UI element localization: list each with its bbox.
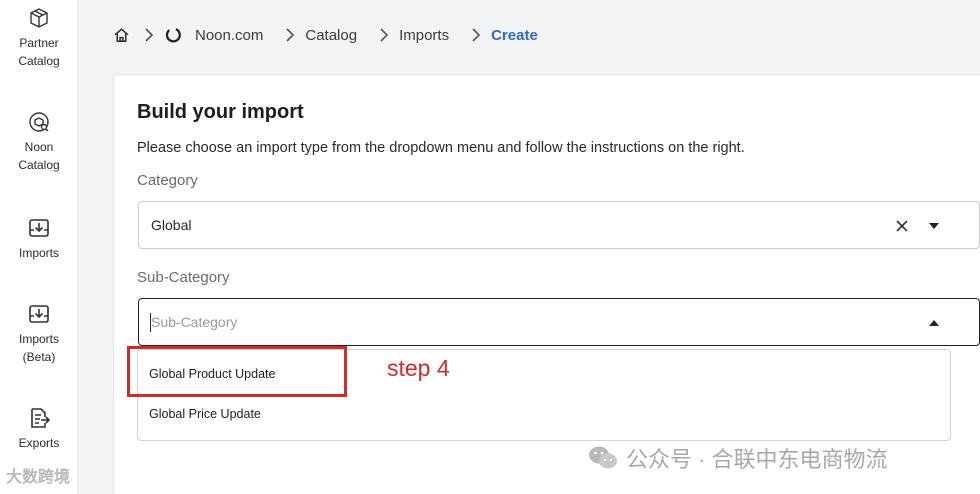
- breadcrumb-label: Catalog: [305, 26, 358, 44]
- chevron-right-icon: [471, 28, 481, 42]
- box-icon: [30, 8, 48, 28]
- category-label: Category: [137, 172, 198, 189]
- option-global-price-update[interactable]: Global Price Update: [138, 394, 950, 434]
- sidebar-item-partner-catalog[interactable]: Partner Catalog: [0, 6, 78, 70]
- chevron-right-icon: [285, 28, 295, 42]
- tray-download-icon: [29, 305, 49, 323]
- sidebar-item-label: Imports: [18, 246, 59, 260]
- clear-icon[interactable]: [893, 217, 911, 235]
- watermark-right: 公众号 · 合联中东电商物流: [588, 442, 888, 474]
- breadcrumb-imports[interactable]: Imports: [399, 27, 449, 44]
- sidebar-item-label: Partner Catalog: [18, 36, 60, 68]
- page-description: Please choose an import type from the dr…: [137, 140, 745, 156]
- annotation-highlight-box: [127, 346, 347, 397]
- sidebar-item-label: Imports (Beta): [18, 332, 59, 364]
- sidebar-item-exports[interactable]: Exports: [0, 406, 78, 452]
- sidebar-item-label: Exports: [18, 436, 60, 450]
- text-cursor: [150, 313, 151, 332]
- caret-up-icon[interactable]: [925, 314, 943, 332]
- page-title: Build your import: [137, 101, 304, 123]
- breadcrumb: Noon.com Catalog Imports Create: [113, 24, 538, 46]
- package-search-icon: [29, 112, 49, 132]
- subcategory-select[interactable]: Sub-Category: [138, 298, 980, 346]
- sidebar-item-imports-beta[interactable]: Imports (Beta): [0, 302, 78, 366]
- chevron-right-icon: [144, 28, 154, 42]
- caret-down-icon[interactable]: [925, 217, 943, 235]
- subcategory-label: Sub-Category: [137, 269, 230, 286]
- breadcrumb-label: Create: [491, 26, 538, 44]
- chevron-right-icon: [379, 28, 389, 42]
- sidebar: Partner Catalog Noon Catalog Imports Imp…: [0, 0, 78, 494]
- sidebar-item-noon-catalog[interactable]: Noon Catalog: [0, 110, 78, 174]
- tray-download-icon: [29, 219, 49, 237]
- subcategory-placeholder: Sub-Category: [151, 314, 238, 330]
- breadcrumb-label: Imports: [399, 26, 450, 44]
- breadcrumb-label: Noon.com: [195, 26, 264, 44]
- breadcrumb-home[interactable]: [113, 27, 130, 44]
- document-export-icon: [31, 408, 51, 428]
- breadcrumb-noon[interactable]: Noon.com: [164, 26, 263, 44]
- wechat-icon: [589, 446, 617, 469]
- category-value: Global: [151, 217, 192, 233]
- breadcrumb-create: Create: [491, 27, 538, 44]
- watermark-right-text: 公众号 · 合联中东电商物流: [626, 447, 888, 472]
- watermark-left: 大数跨境: [6, 469, 71, 486]
- category-select[interactable]: Global: [138, 201, 980, 249]
- noon-logo-icon: [165, 28, 181, 43]
- annotation-label: step 4: [387, 355, 450, 381]
- sidebar-item-imports[interactable]: Imports: [0, 216, 78, 262]
- breadcrumb-catalog[interactable]: Catalog: [305, 27, 357, 44]
- home-icon: [114, 27, 129, 42]
- sidebar-item-label: Noon Catalog: [18, 140, 60, 172]
